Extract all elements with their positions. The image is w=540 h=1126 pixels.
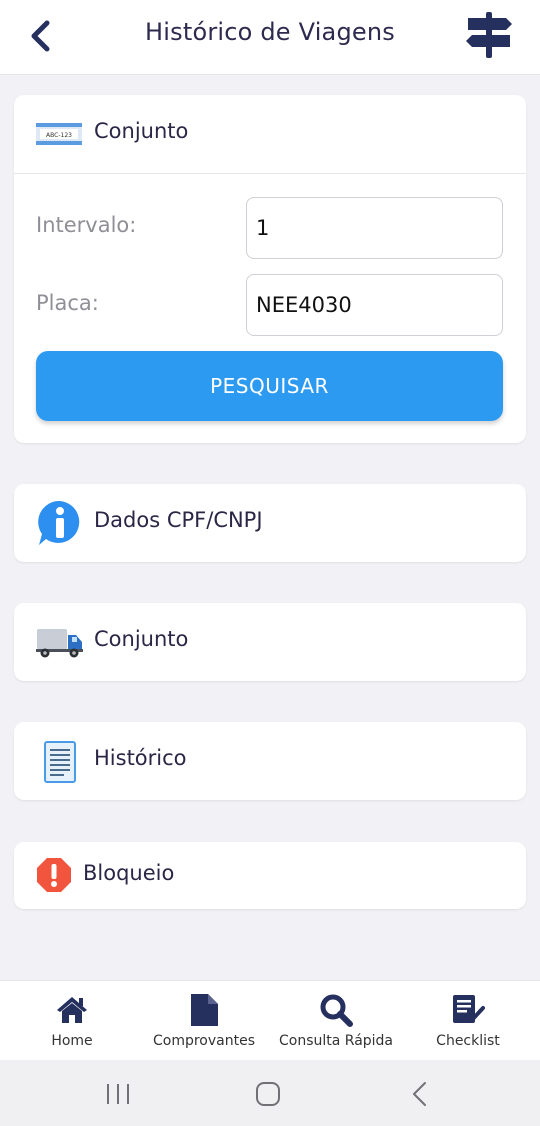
signpost-icon[interactable] bbox=[462, 10, 516, 62]
app-bar: Histórico de Viagens bbox=[0, 0, 540, 75]
checklist-icon bbox=[450, 993, 486, 1027]
interval-input[interactable]: 1 bbox=[246, 197, 503, 259]
section-title: Dados CPF/CNPJ bbox=[94, 508, 263, 532]
divider bbox=[14, 173, 526, 174]
nav-label: Home bbox=[51, 1033, 93, 1049]
plate-input[interactable]: NEE4030 bbox=[246, 274, 503, 336]
license-plate-icon: ABC-123 bbox=[36, 121, 82, 147]
plate-label: Placa: bbox=[36, 291, 99, 315]
nav-comprovantes[interactable]: Comprovantes bbox=[146, 981, 262, 1061]
page-title: Histórico de Viagens bbox=[145, 18, 395, 46]
nav-home[interactable]: Home bbox=[22, 981, 122, 1061]
section-conjunto[interactable]: Conjunto bbox=[14, 603, 526, 681]
section-historico[interactable]: Histórico bbox=[14, 722, 526, 800]
section-bloqueio[interactable]: Bloqueio bbox=[14, 842, 526, 909]
system-nav-bar bbox=[0, 1060, 540, 1126]
document-list-icon bbox=[42, 740, 78, 784]
section-cpf-cnpj[interactable]: Dados CPF/CNPJ bbox=[14, 484, 526, 562]
nav-label: Consulta Rápida bbox=[278, 1033, 394, 1049]
search-card: ABC-123 Conjunto Intervalo: 1 Placa: NEE… bbox=[14, 95, 526, 443]
nav-consulta-rapida[interactable]: Consulta Rápida bbox=[272, 981, 400, 1061]
search-button[interactable]: PESQUISAR bbox=[36, 351, 503, 421]
document-icon bbox=[186, 993, 222, 1027]
home-icon bbox=[54, 993, 90, 1027]
search-card-title: Conjunto bbox=[94, 119, 189, 143]
nav-label: Checklist bbox=[436, 1033, 500, 1049]
interval-label: Intervalo: bbox=[36, 213, 137, 237]
bottom-navigation: Home Comprovantes Consulta Rápida Checkl… bbox=[0, 980, 540, 1060]
plate-text: ABC-123 bbox=[46, 132, 72, 139]
section-title: Histórico bbox=[94, 746, 187, 770]
section-title: Bloqueio bbox=[83, 861, 175, 885]
back-icon[interactable] bbox=[406, 1080, 434, 1108]
search-icon bbox=[318, 993, 354, 1027]
info-bubble-icon bbox=[36, 499, 84, 547]
section-title: Conjunto bbox=[94, 627, 189, 651]
recents-icon[interactable] bbox=[104, 1082, 132, 1106]
warning-octagon-icon bbox=[36, 857, 72, 893]
truck-icon bbox=[36, 625, 84, 659]
nav-checklist[interactable]: Checklist bbox=[418, 981, 518, 1061]
home-circle-icon[interactable] bbox=[254, 1080, 282, 1108]
nav-label: Comprovantes bbox=[152, 1033, 255, 1049]
